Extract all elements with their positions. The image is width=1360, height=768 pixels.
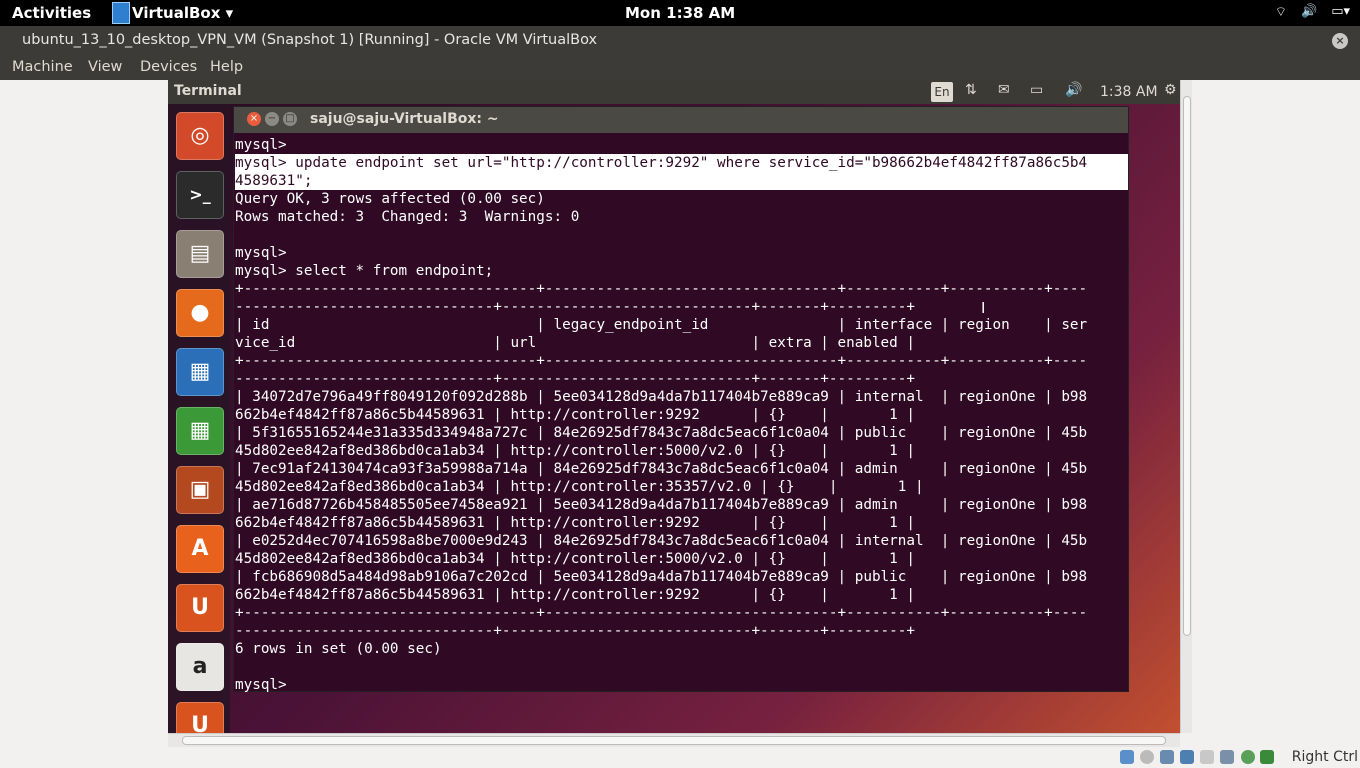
terminal-window[interactable]: × − □ saju@saju-VirtualBox: ~ mysql> mys… (233, 106, 1129, 693)
terminal-line: 662b4ef4842ff87a86c5b44589631 | http://c… (235, 407, 915, 423)
firefox-icon[interactable]: ● (176, 289, 224, 337)
terminal-line: ------------------------------+---------… (235, 371, 915, 387)
files-icon[interactable]: ▤ (176, 230, 224, 278)
terminal-line: mysql> (235, 137, 287, 153)
terminal-line: 662b4ef4842ff87a86c5b44589631 | http://c… (235, 515, 915, 531)
terminal-titlebar: × − □ saju@saju-VirtualBox: ~ (234, 107, 1128, 133)
volume-icon[interactable]: 🔊 (1301, 4, 1317, 20)
gear-icon[interactable]: ⚙ (1164, 82, 1177, 98)
usb-icon[interactable] (1160, 750, 1174, 764)
guest-screen[interactable]: Terminal En ⇅ ✉ ▭ 🔊 1:38 AM ⚙ ◎ >_ ▤ ● ▦… (168, 80, 1180, 733)
amazon-icon[interactable]: a (176, 643, 224, 691)
music-icon[interactable]: U (176, 702, 224, 733)
mail-icon[interactable]: ✉ (998, 82, 1010, 98)
host-key-icon (1260, 750, 1274, 764)
terminal-prompt[interactable]: mysql> (235, 676, 287, 694)
terminal-line: | 5f31655165244e31a335d334948a727c | 84e… (235, 425, 1088, 441)
terminal-line: 6 rows in set (0.00 sec) (235, 641, 442, 657)
vm-status-bar: Right Ctrl (1100, 747, 1360, 768)
guest-clock[interactable]: 1:38 AM (1100, 84, 1158, 100)
shared-folders-icon[interactable] (1180, 750, 1194, 764)
terminal-line: mysql> select * from endpoint; (235, 263, 494, 279)
virtualbox-icon (112, 2, 130, 24)
host-key-label: Right Ctrl (1291, 749, 1358, 765)
menu-view[interactable]: View (88, 59, 122, 75)
activities-button[interactable]: Activities (12, 4, 91, 22)
close-icon[interactable]: × (1332, 33, 1348, 49)
text-cursor-icon: I (981, 299, 986, 317)
volume-icon[interactable]: 🔊 (1065, 82, 1082, 98)
menu-machine[interactable]: Machine (12, 59, 73, 75)
app-menu[interactable]: VirtualBox ▾ (112, 0, 233, 26)
terminal-line: | 7ec91af24130474ca93f3a59988a714a | 84e… (235, 461, 1088, 477)
system-tray: ⌔ 🔊 ▭▾ (1275, 4, 1350, 20)
menu-bar: Machine View Devices Help (0, 56, 1360, 80)
terminal-line: | fcb686908d5a484d98ab9106a7c202cd | 5ee… (235, 569, 1088, 585)
hard-disk-icon[interactable] (1120, 750, 1134, 764)
network-icon[interactable]: ⇅ (965, 82, 977, 98)
terminal-line: | 34072d7e796a49ff8049120f092d288b | 5ee… (235, 389, 1088, 405)
menu-devices[interactable]: Devices (140, 59, 197, 75)
vertical-scrollbar[interactable] (1180, 80, 1192, 733)
terminal-line: Query OK, 3 rows affected (0.00 sec) (235, 191, 545, 207)
scroll-thumb[interactable] (1183, 96, 1191, 636)
capture-icon[interactable] (1241, 750, 1255, 764)
minimize-icon[interactable]: − (265, 112, 279, 126)
terminal-line: Rows matched: 3 Changed: 3 Warnings: 0 (235, 209, 580, 225)
terminal-line: | ae716d87726b458485505ee7458ea921 | 5ee… (235, 497, 1088, 513)
terminal-line: 662b4ef4842ff87a86c5b44589631 | http://c… (235, 587, 915, 603)
scroll-thumb[interactable] (182, 736, 1166, 745)
terminal-icon[interactable]: >_ (176, 171, 224, 219)
guest-app-title: Terminal (174, 83, 242, 99)
clock[interactable]: Mon 1:38 AM (625, 4, 735, 22)
terminal-line: +----------------------------------+----… (235, 281, 1088, 297)
impress-icon[interactable]: ▣ (176, 466, 224, 514)
terminal-line: +----------------------------------+----… (235, 353, 1088, 369)
terminal-line-selected: mysql> update endpoint set url="http://c… (235, 154, 1128, 172)
display-icon[interactable] (1200, 750, 1214, 764)
calc-icon[interactable]: ▦ (176, 407, 224, 455)
terminal-line: +----------------------------------+----… (235, 605, 1088, 621)
terminal-line: ------------------------------+---------… (235, 623, 915, 639)
terminal-line: ------------------------------+---------… (235, 299, 915, 315)
window-title: ubuntu_13_10_desktop_VPN_VM (Snapshot 1)… (22, 32, 598, 48)
terminal-output[interactable]: mysql> mysql> update endpoint set url="h… (234, 133, 1128, 693)
menu-help[interactable]: Help (210, 59, 243, 75)
battery-icon[interactable]: ▭▾ (1331, 4, 1350, 20)
maximize-icon[interactable]: □ (283, 112, 297, 126)
writer-icon[interactable]: ▦ (176, 348, 224, 396)
window-titlebar: ubuntu_13_10_desktop_VPN_VM (Snapshot 1)… (0, 26, 1360, 56)
ubuntu-one-icon[interactable]: U (176, 584, 224, 632)
terminal-line: vice_id | url | extra | enabled | (235, 335, 915, 351)
guest-top-panel: Terminal En ⇅ ✉ ▭ 🔊 1:38 AM ⚙ (168, 80, 1180, 104)
terminal-line-selected: 4589631"; (235, 172, 1128, 190)
terminal-line: mysql> (235, 245, 287, 261)
battery-icon[interactable]: ▭ (1030, 82, 1043, 98)
terminal-title: saju@saju-VirtualBox: ~ (310, 111, 499, 127)
terminal-line: 45d802ee842af8ed386bd0ca1ab34 | http://c… (235, 443, 915, 459)
keyboard-layout-indicator[interactable]: En (931, 82, 953, 102)
software-center-icon[interactable]: A (176, 525, 224, 573)
terminal-line: | id | legacy_endpoint_id | interface | … (235, 317, 1088, 333)
ubuntu-dash-icon[interactable]: ◎ (176, 112, 224, 160)
terminal-line: | e0252d4ec707416598a8be7000e9d243 | 84e… (235, 533, 1088, 549)
terminal-line: 45d802ee842af8ed386bd0ca1ab34 | http://c… (235, 551, 915, 567)
app-name: VirtualBox ▾ (132, 4, 234, 22)
optical-drive-icon[interactable] (1140, 750, 1154, 764)
top-bar: Activities VirtualBox ▾ Mon 1:38 AM ⌔ 🔊 … (0, 0, 1360, 26)
close-icon[interactable]: × (247, 112, 261, 126)
terminal-line: 45d802ee842af8ed386bd0ca1ab34 | http://c… (235, 479, 924, 495)
network-icon[interactable] (1220, 750, 1234, 764)
wifi-icon[interactable]: ⌔ (1275, 4, 1287, 20)
unity-launcher: ◎ >_ ▤ ● ▦ ▦ ▣ A U a U (168, 104, 230, 733)
horizontal-scrollbar[interactable] (168, 733, 1180, 747)
